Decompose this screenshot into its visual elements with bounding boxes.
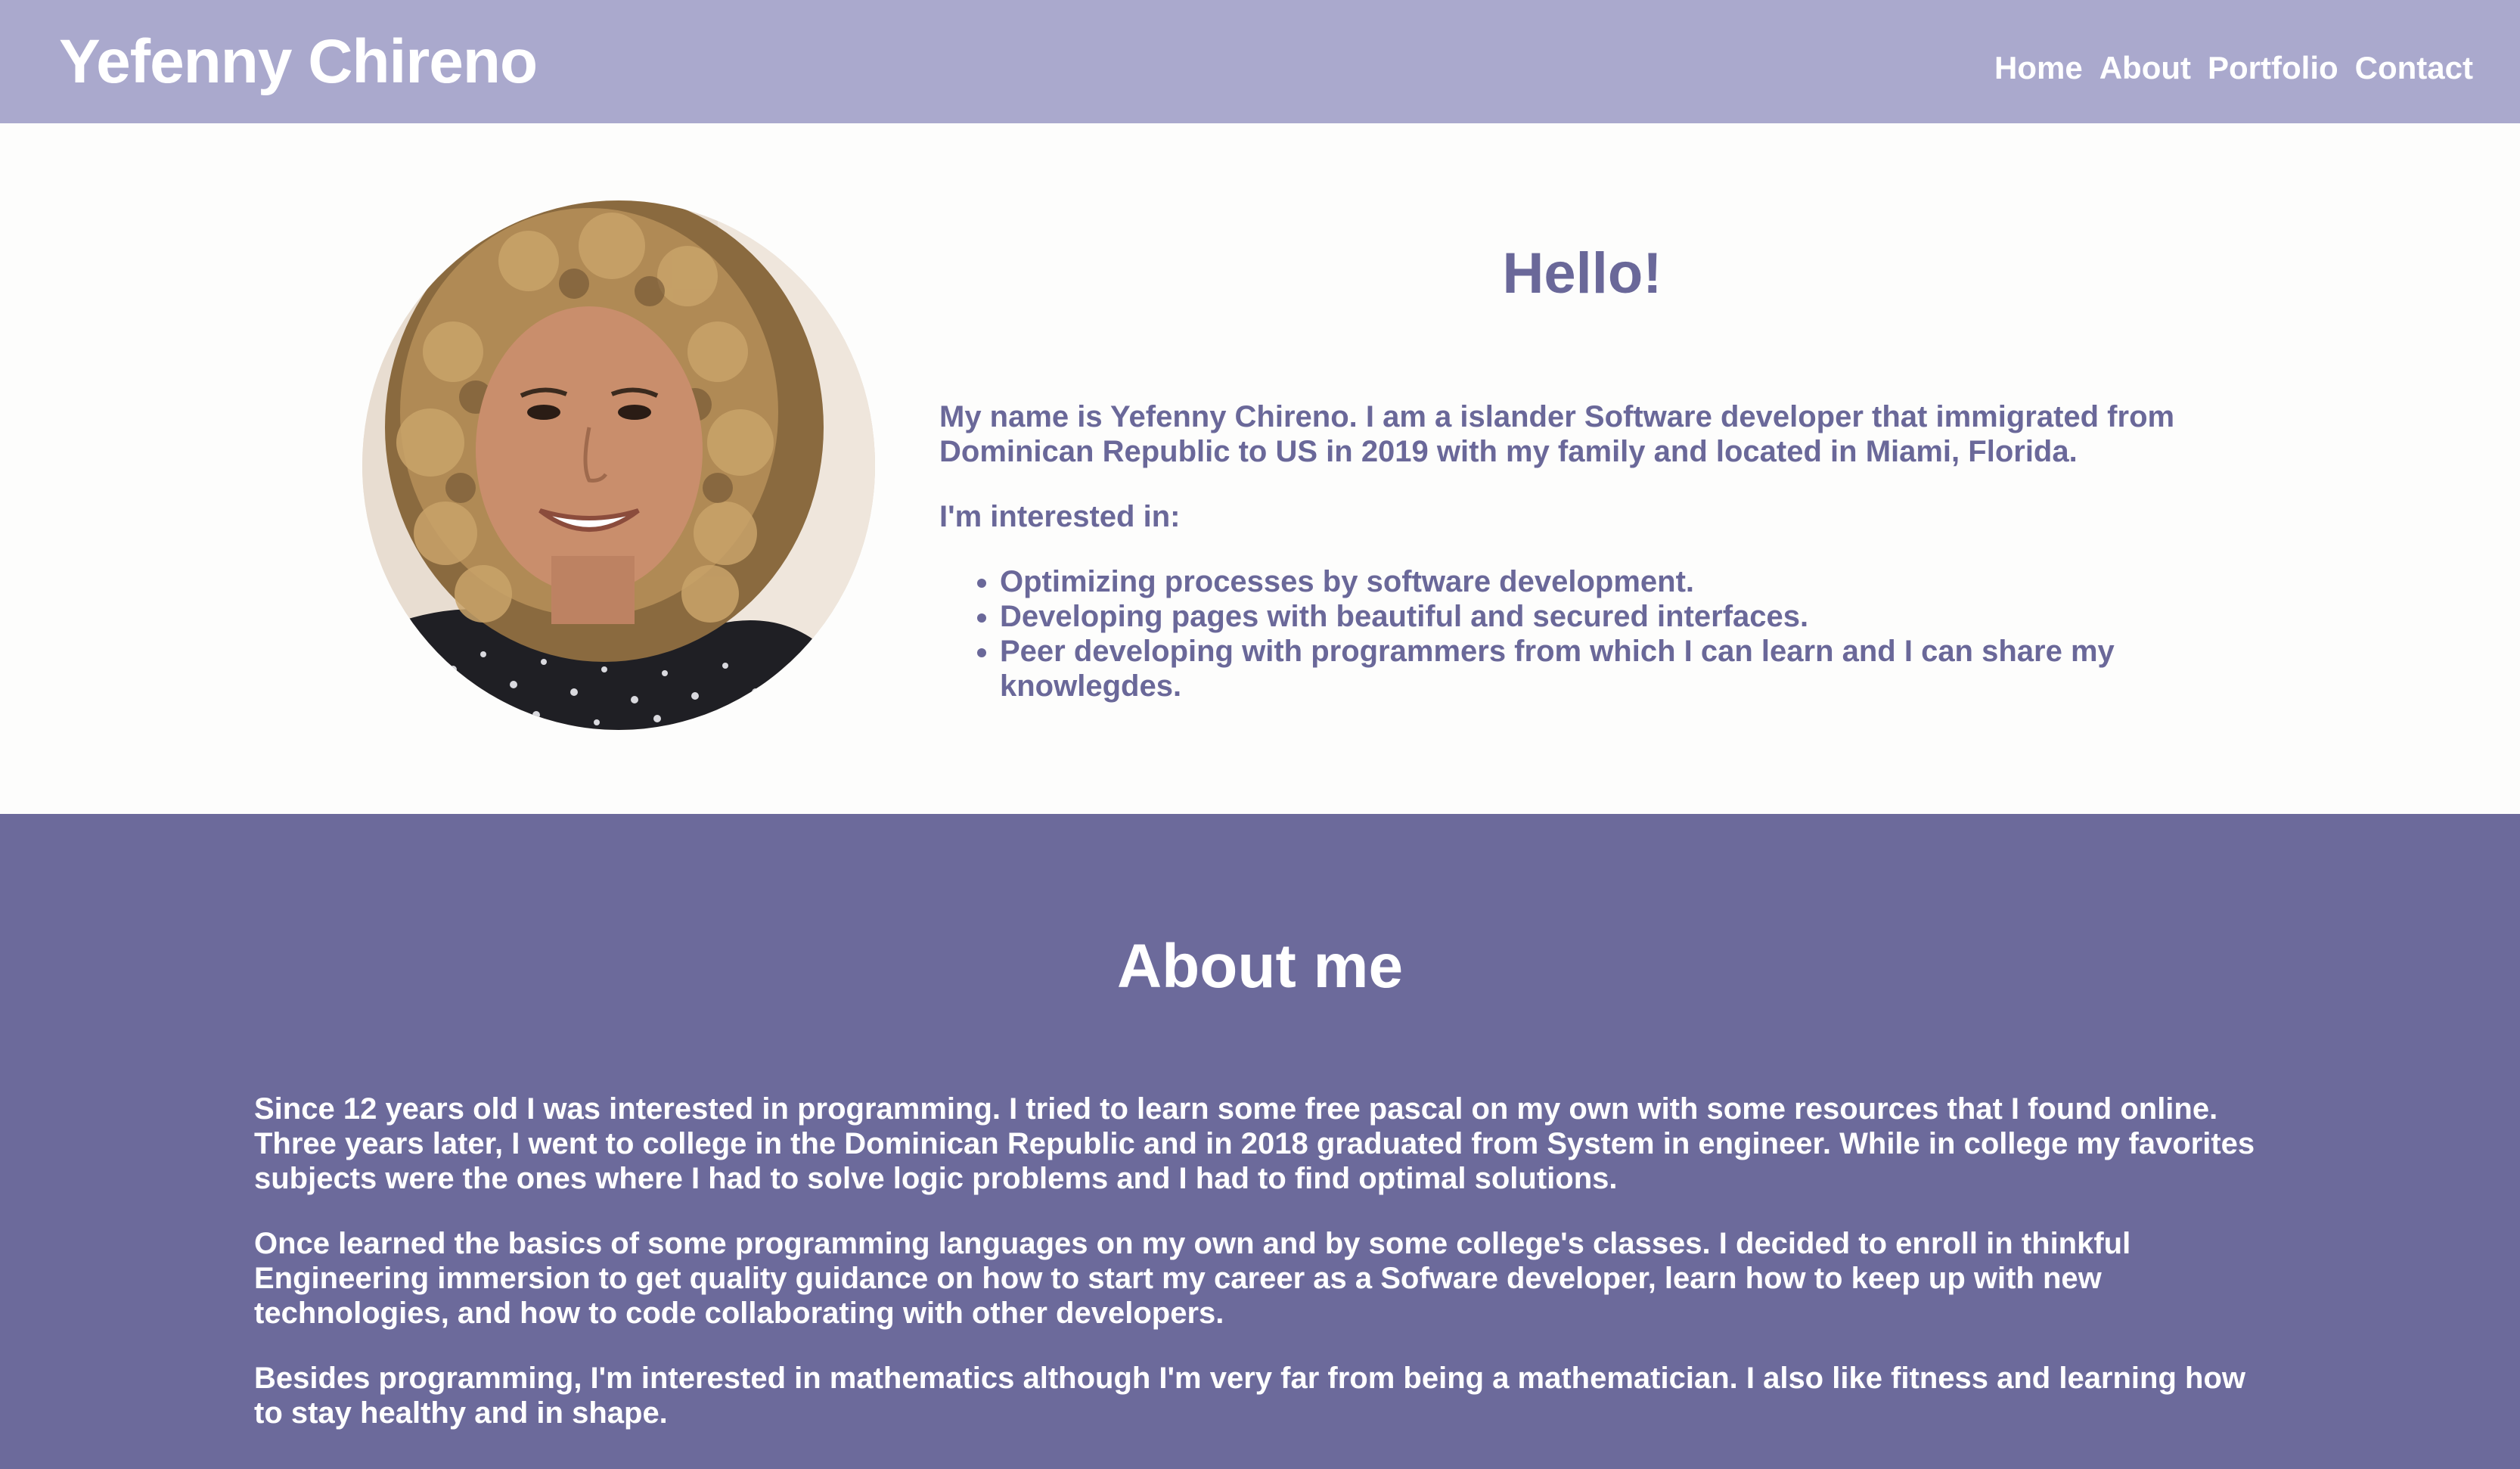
interest-item: Developing pages with beautiful and secu… — [1000, 599, 2225, 634]
about-paragraph: Besides programming, I'm interested in m… — [254, 1362, 2246, 1430]
interest-item: Optimizing processes by software develop… — [1000, 564, 2225, 599]
nav-link-home[interactable]: Home — [1994, 47, 2083, 89]
profile-photo-illustration — [362, 200, 875, 730]
about-section: About me Since 12 years old I was intere… — [0, 814, 2520, 1469]
about-title: About me — [1116, 932, 1404, 1001]
about-body: Since 12 years old I was interested in p… — [254, 1092, 2281, 1461]
intro-paragraph: My name is Yefenny Chireno. I am a islan… — [939, 400, 2175, 468]
about-paragraph: Since 12 years old I was interested in p… — [254, 1092, 2255, 1195]
intro-title: Hello! — [1502, 241, 1662, 306]
interests-label: I'm interested in: — [939, 500, 1181, 533]
about-paragraph: Once learned the basics of some programm… — [254, 1227, 2131, 1330]
nav-link-about[interactable]: About — [2099, 47, 2191, 89]
interest-item: Peer developing with programmers from wh… — [1000, 634, 2225, 703]
intro-section: Hello! My name is Yefenny Chireno. I am … — [0, 123, 2520, 814]
main-nav: Home About Portfolio Contact — [1994, 47, 2473, 89]
interests-list: Optimizing processes by software develop… — [939, 564, 2225, 703]
site-brand[interactable]: Yefenny Chireno — [59, 26, 538, 98]
site-header: Yefenny Chireno Home About Portfolio Con… — [0, 0, 2520, 123]
profile-photo — [362, 200, 875, 730]
nav-link-contact[interactable]: Contact — [2355, 47, 2473, 89]
intro-body: My name is Yefenny Chireno. I am a islan… — [939, 399, 2225, 703]
nav-link-portfolio[interactable]: Portfolio — [2208, 47, 2338, 89]
